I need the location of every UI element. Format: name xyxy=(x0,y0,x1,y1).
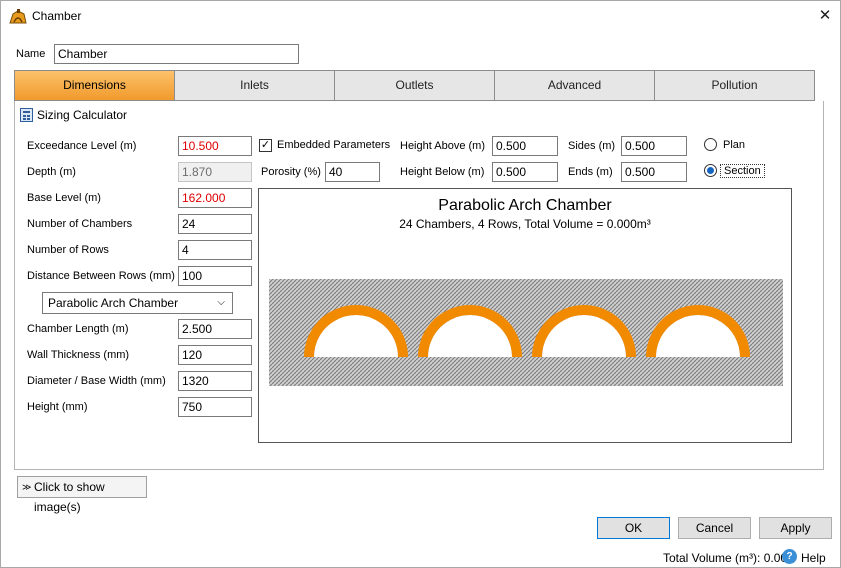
section-drawing xyxy=(269,279,783,386)
height-above-label: Height Above (m) xyxy=(400,140,485,152)
chamber-type-value: Parabolic Arch Chamber xyxy=(48,296,179,310)
number-of-chambers-label: Number of Chambers xyxy=(27,218,133,230)
tab-pollution[interactable]: Pollution xyxy=(655,71,814,100)
close-button[interactable]: ✕ xyxy=(813,5,837,27)
chamber-length-label: Chamber Length (m) xyxy=(27,323,129,335)
chamber-length-input[interactable]: 2.500 xyxy=(178,319,252,339)
name-input[interactable]: Chamber xyxy=(54,44,299,64)
number-of-rows-input[interactable]: 4 xyxy=(178,240,252,260)
show-images-label: Click to show image(s) xyxy=(34,480,105,514)
chevron-down-icon: ⌵ xyxy=(217,297,225,308)
apply-button[interactable]: Apply xyxy=(759,517,832,539)
total-volume-status: Total Volume (m³): 0.000 xyxy=(663,551,794,565)
distance-between-rows-input[interactable]: 100 xyxy=(178,266,252,286)
height-above-input[interactable]: 0.500 xyxy=(492,136,558,156)
height-label: Height (mm) xyxy=(27,401,88,413)
height-below-label: Height Below (m) xyxy=(400,166,485,178)
help-icon[interactable]: ? xyxy=(782,549,797,564)
wall-thickness-label: Wall Thickness (mm) xyxy=(27,349,130,361)
wall-thickness-input[interactable]: 120 xyxy=(178,345,252,365)
distance-between-rows-label: Distance Between Rows (mm) xyxy=(27,270,175,282)
help-link[interactable]: Help xyxy=(801,551,826,565)
base-level-label: Base Level (m) xyxy=(27,192,101,204)
number-of-rows-label: Number of Rows xyxy=(27,244,109,256)
sides-input[interactable]: 0.500 xyxy=(621,136,687,156)
sides-label: Sides (m) xyxy=(568,140,616,152)
ends-label: Ends (m) xyxy=(568,166,613,178)
title-bar: Chamber ✕ xyxy=(1,1,840,32)
ends-input[interactable]: 0.500 xyxy=(621,162,687,182)
exceedance-level-input[interactable]: 10.500 xyxy=(178,136,252,156)
check-icon: ✓ xyxy=(260,139,271,151)
depth-input: 1.870 xyxy=(178,162,252,182)
chamber-app-icon xyxy=(9,9,27,24)
tab-strip: Dimensions Inlets Outlets Advanced Pollu… xyxy=(14,70,815,101)
section-label: Section xyxy=(720,164,765,178)
chamber-type-select[interactable]: Parabolic Arch Chamber ⌵ xyxy=(42,292,233,314)
tab-dimensions[interactable]: Dimensions xyxy=(15,71,175,100)
height-below-input[interactable]: 0.500 xyxy=(492,162,558,182)
base-level-input[interactable]: 162.000 xyxy=(178,188,252,208)
depth-label: Depth (m) xyxy=(27,166,76,178)
double-chevron-icon: ≫ xyxy=(22,482,32,492)
plan-radio[interactable] xyxy=(704,138,717,151)
height-input[interactable]: 750 xyxy=(178,397,252,417)
embedded-parameters-label: Embedded Parameters xyxy=(277,139,391,151)
diameter-base-width-input[interactable]: 1320 xyxy=(178,371,252,391)
embedded-parameters-checkbox[interactable]: ✓ xyxy=(259,139,272,152)
chamber-preview: Parabolic Arch Chamber 24 Chambers, 4 Ro… xyxy=(258,188,792,443)
exceedance-level-label: Exceedance Level (m) xyxy=(27,140,137,152)
close-icon: ✕ xyxy=(818,7,832,24)
porosity-input[interactable]: 40 xyxy=(325,162,380,182)
tab-inlets[interactable]: Inlets xyxy=(175,71,335,100)
tab-advanced[interactable]: Advanced xyxy=(495,71,655,100)
number-of-chambers-input[interactable]: 24 xyxy=(178,214,252,234)
preview-subtitle: 24 Chambers, 4 Rows, Total Volume = 0.00… xyxy=(399,217,651,231)
cancel-button[interactable]: Cancel xyxy=(678,517,751,539)
preview-title: Parabolic Arch Chamber xyxy=(438,197,612,214)
name-label: Name xyxy=(16,48,46,60)
calculator-icon[interactable] xyxy=(20,108,33,122)
tab-outlets[interactable]: Outlets xyxy=(335,71,495,100)
section-radio[interactable] xyxy=(704,164,717,177)
show-images-button[interactable]: ≫ Click to show image(s) xyxy=(17,476,147,514)
window-title: Chamber xyxy=(32,9,82,23)
diameter-base-width-label: Diameter / Base Width (mm) xyxy=(27,375,166,387)
ok-button[interactable]: OK xyxy=(597,517,670,539)
sizing-calculator-link[interactable]: Sizing Calculator xyxy=(37,108,127,122)
porosity-label: Porosity (%) xyxy=(261,166,321,178)
plan-label: Plan xyxy=(723,139,746,151)
chamber-dialog: Chamber ✕ Name Chamber Dimensions Inlets… xyxy=(0,0,841,568)
